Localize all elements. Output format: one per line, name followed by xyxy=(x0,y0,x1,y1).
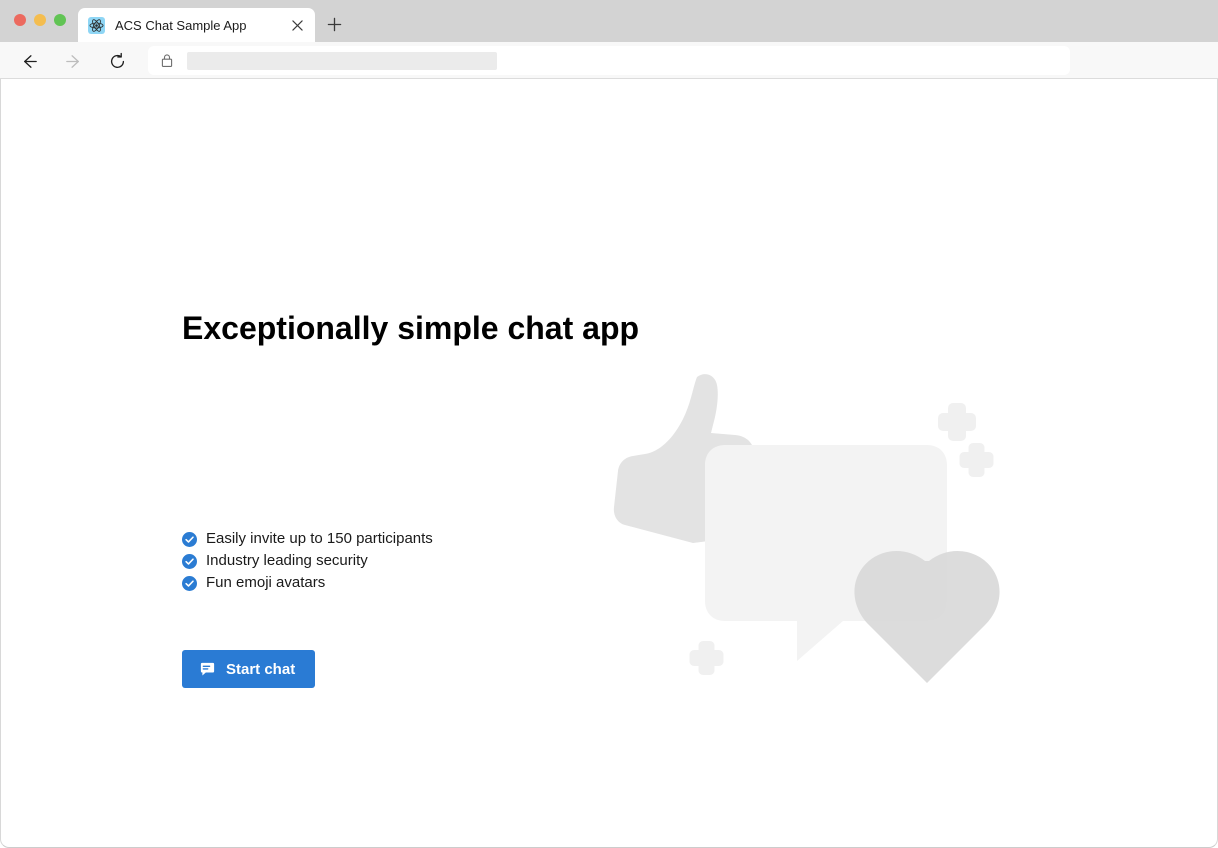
browser-tab[interactable]: ACS Chat Sample App xyxy=(78,8,315,42)
minimize-window-button[interactable] xyxy=(34,14,46,26)
feature-list: Easily invite up to 150 participants Ind… xyxy=(182,528,433,594)
maximize-window-button[interactable] xyxy=(54,14,66,26)
feature-label: Industry leading security xyxy=(206,552,368,569)
list-item: Industry leading security xyxy=(182,550,433,572)
list-item: Easily invite up to 150 participants xyxy=(182,528,433,550)
check-circle-icon xyxy=(182,553,197,569)
address-bar[interactable] xyxy=(148,46,1070,75)
check-circle-icon xyxy=(182,531,197,547)
tab-strip: ACS Chat Sample App xyxy=(0,0,1218,42)
chat-hero-illustration xyxy=(601,361,1021,701)
browser-window: ACS Chat Sample App Exceptionally simple… xyxy=(0,0,1218,848)
new-tab-button[interactable] xyxy=(322,12,346,36)
page-viewport: Exceptionally simple chat app Easily inv… xyxy=(0,79,1218,848)
check-circle-icon xyxy=(182,575,197,591)
close-icon[interactable] xyxy=(287,15,307,35)
window-traffic-lights xyxy=(14,14,66,26)
start-chat-label: Start chat xyxy=(226,660,296,678)
close-window-button[interactable] xyxy=(14,14,26,26)
start-chat-button[interactable]: Start chat xyxy=(182,650,316,688)
react-logo-icon xyxy=(88,16,105,34)
feature-label: Easily invite up to 150 participants xyxy=(206,530,433,547)
tab-title: ACS Chat Sample App xyxy=(115,17,247,33)
back-arrow-icon[interactable] xyxy=(16,48,42,74)
forward-arrow-icon xyxy=(60,48,86,74)
feature-label: Fun emoji avatars xyxy=(206,574,326,591)
reload-icon[interactable] xyxy=(104,48,130,74)
chat-bubble-icon xyxy=(199,661,216,678)
search-input[interactable] xyxy=(187,51,497,70)
browser-toolbar: Guest ? xyxy=(0,42,1218,116)
page-title: Exceptionally simple chat app xyxy=(182,310,640,347)
heart-icon xyxy=(854,550,1000,683)
list-item: Fun emoji avatars xyxy=(182,572,433,594)
lock-icon xyxy=(158,52,176,70)
